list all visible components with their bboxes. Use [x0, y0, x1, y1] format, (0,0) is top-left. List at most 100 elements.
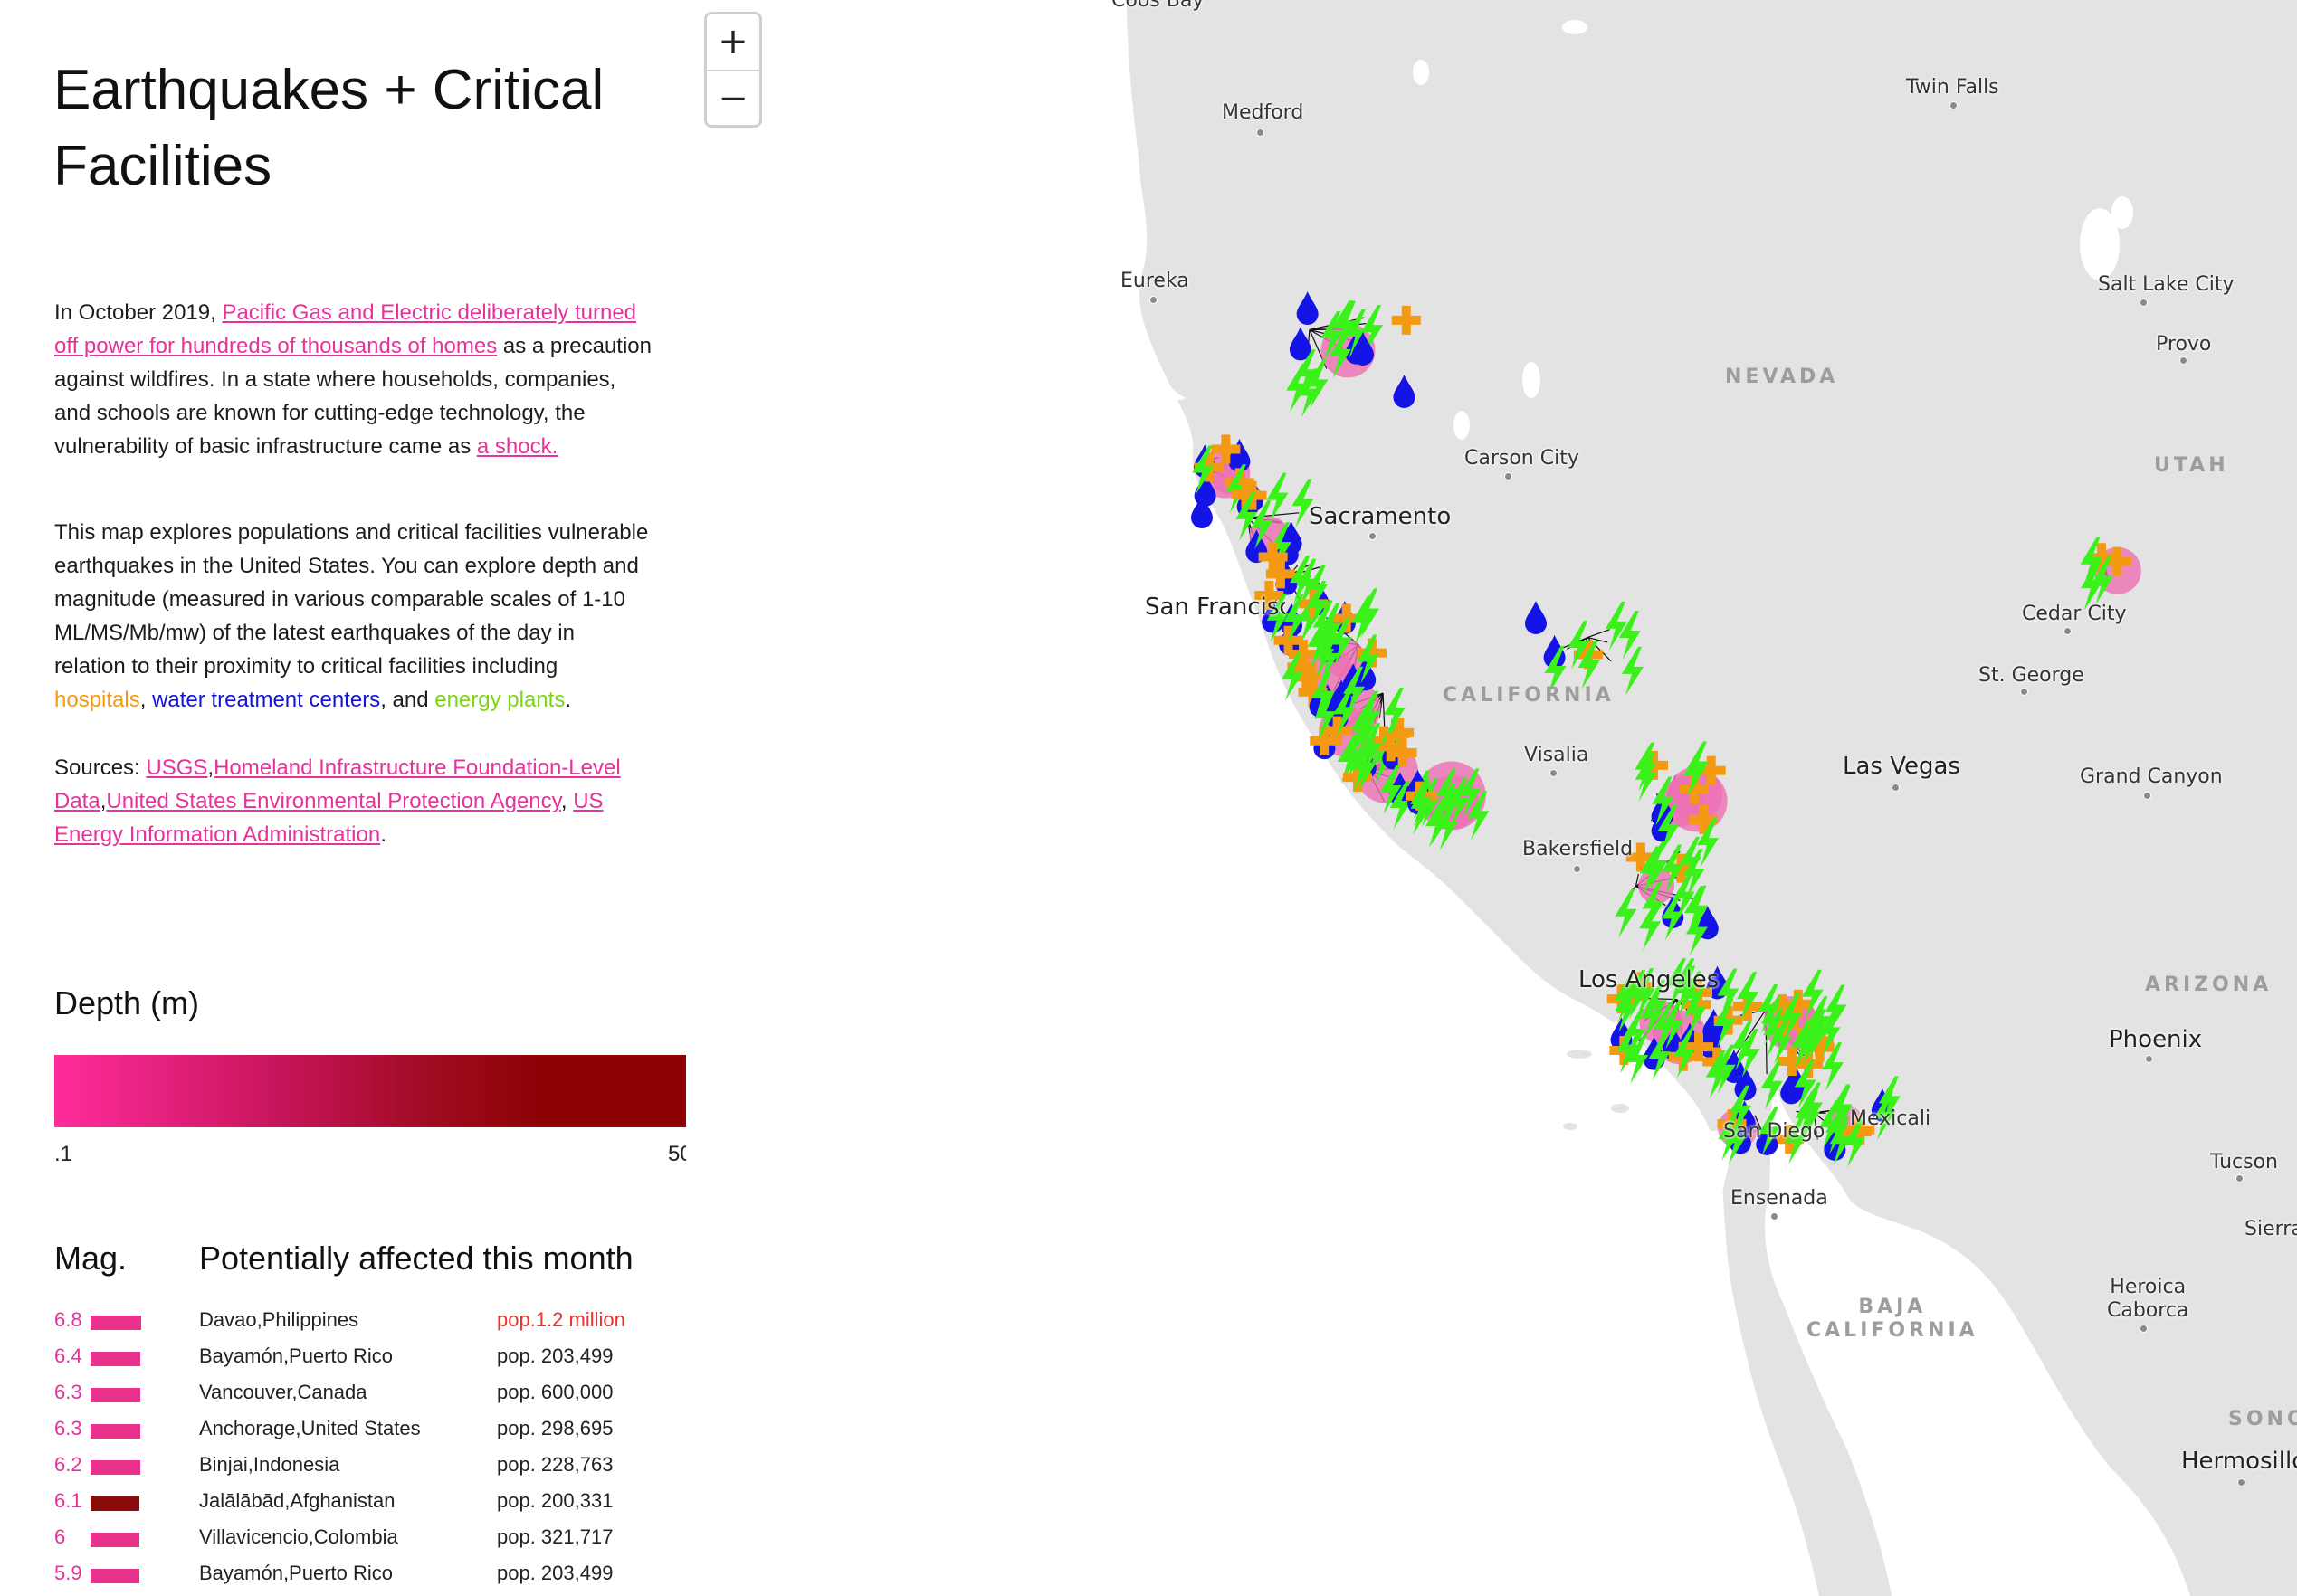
epa-link[interactable]: United States Environmental Protection A…: [106, 789, 561, 813]
quake-place: Binjai,Indonesia: [199, 1453, 340, 1476]
quake-list-row[interactable]: 6 Villavicencio,Colombia pop. 321,717: [54, 1525, 670, 1553]
quake-magnitude: 5.9: [54, 1562, 82, 1584]
usgs-link[interactable]: USGS: [146, 755, 207, 780]
city-label-mexicali: Mexicali: [1850, 1107, 1931, 1130]
explain-text: This map explores populations and critic…: [54, 520, 649, 679]
state-label-sonora: SONO: [2228, 1408, 2297, 1430]
city-label-san-francisco: San Francisco: [1145, 594, 1285, 621]
city-label-coos-bay: Coos Bay: [1111, 0, 1205, 12]
quake-place: Vancouver,Canada: [199, 1381, 367, 1403]
quake-magnitude: 6.3: [54, 1381, 82, 1403]
sources-paragraph: Sources: USGS,Homeland Infrastructure Fo…: [54, 751, 652, 851]
city-label-phoenix: Phoenix: [2109, 1026, 2203, 1053]
sources-end: .: [380, 822, 386, 847]
app-root: Coos Bay Medford Twin Falls Eureka Salt …: [0, 0, 2297, 1596]
city-label-twin-falls: Twin Falls: [1906, 76, 1999, 99]
city-label-salt-lake-city: Salt Lake City: [2098, 273, 2235, 296]
quake-place: Bayamón,Puerto Rico: [199, 1562, 393, 1584]
state-label-california: CALIFORNIA: [1443, 684, 1615, 707]
island: [1611, 1104, 1629, 1113]
city-dot: [2063, 627, 2072, 635]
city-label-ensenada: Ensenada: [1730, 1187, 1828, 1210]
city-label-st-george: St. George: [1978, 664, 2084, 687]
zoom-out-button[interactable]: −: [707, 71, 759, 125]
sources-label: Sources:: [54, 755, 147, 780]
quake-population: pop. 200,331: [497, 1489, 614, 1512]
city-dot: [2140, 1325, 2148, 1333]
city-label-carson-city: Carson City: [1464, 447, 1579, 470]
city-dot: [1504, 472, 1512, 480]
lake-shape: [1413, 60, 1429, 85]
quake-place: Jalālābād,Afghanistan: [199, 1489, 396, 1512]
magnitude-bar: [91, 1316, 141, 1330]
city-label-tucson: Tucson: [2210, 1151, 2279, 1173]
island: [1563, 1123, 1577, 1130]
hospitals-legend-text: hospitals: [54, 688, 140, 712]
city-label-medford: Medford: [1222, 101, 1304, 124]
pyramid-lake: [1522, 362, 1540, 398]
quake-list-row[interactable]: 6.8 Davao,Philippines pop.1.2 million: [54, 1308, 670, 1335]
magnitude-bar: [91, 1352, 140, 1366]
city-label-cedar-city: Cedar City: [2022, 603, 2127, 625]
quake-place: Anchorage,United States: [199, 1417, 421, 1439]
lake-tahoe: [1453, 411, 1470, 440]
quake-list-row[interactable]: 6.1 Jalālābād,Afghanistan pop. 200,331: [54, 1489, 670, 1516]
quake-magnitude: 6.3: [54, 1417, 82, 1439]
zoom-in-button[interactable]: +: [707, 14, 759, 70]
state-label-baja-california: BAJA CALIFORNIA: [1806, 1296, 1978, 1342]
quake-list-row[interactable]: 5.9 Bayamón,Puerto Rico pop. 203,499: [54, 1562, 670, 1589]
quake-magnitude: 6.1: [54, 1489, 82, 1512]
magnitude-bar: [91, 1533, 139, 1547]
magnitude-bar: [91, 1569, 139, 1583]
city-label-visalia: Visalia: [1524, 744, 1589, 766]
city-label-sierra: Sierra: [2245, 1218, 2297, 1240]
quake-list-row[interactable]: 6.4 Bayamón,Puerto Rico pop. 203,499: [54, 1344, 670, 1372]
city-dot: [2179, 356, 2187, 365]
quake-population: pop. 203,499: [497, 1562, 614, 1584]
city-label-heroica-caborca: Heroica Caborca: [2107, 1276, 2189, 1322]
quake-list-row[interactable]: 6.2 Binjai,Indonesia pop. 228,763: [54, 1453, 670, 1480]
magnitude-bar: [91, 1460, 140, 1475]
city-label-las-vegas: Las Vegas: [1843, 753, 1960, 780]
energy-legend-text: energy plants: [434, 688, 566, 712]
city-dot: [1892, 784, 1900, 792]
city-dot: [2235, 1174, 2244, 1183]
city-dot: [1368, 532, 1377, 540]
city-dot: [1573, 865, 1581, 873]
shock-article-link[interactable]: a shock.: [477, 434, 558, 459]
magnitude-bar: [91, 1424, 140, 1439]
city-dot: [1256, 128, 1264, 137]
quake-population: pop. 228,763: [497, 1453, 614, 1476]
explain-text: , and: [380, 688, 435, 712]
city-dot: [1949, 101, 1958, 109]
city-dot: [2020, 688, 2028, 696]
magnitude-bar: [91, 1388, 140, 1402]
depth-legend-title: Depth (m): [54, 984, 200, 1021]
city-label-grand-canyon: Grand Canyon: [2080, 765, 2223, 788]
lake-shape: [1562, 20, 1587, 34]
city-label-sacramento: Sacramento: [1309, 503, 1452, 530]
magnitude-bar: [91, 1496, 139, 1511]
city-dot: [1770, 1212, 1778, 1221]
depth-min-label: .1: [54, 1142, 73, 1166]
quake-population: pop. 298,695: [497, 1417, 614, 1439]
quake-list-row[interactable]: 6.3 Anchorage,United States pop. 298,695: [54, 1417, 670, 1444]
state-label-arizona: ARIZONA: [2145, 974, 2273, 996]
quake-population: pop. 321,717: [497, 1525, 614, 1548]
city-label-eureka: Eureka: [1120, 270, 1189, 292]
affected-header: Potentially affected this month: [199, 1240, 634, 1277]
city-label-los-angeles: Los Angeles: [1578, 966, 1720, 993]
depth-max-label: 50: [668, 1142, 686, 1166]
magnitude-header: Mag.: [54, 1240, 128, 1277]
city-label-bakersfield: Bakersfield: [1522, 838, 1634, 860]
intro-text: In October 2019,: [54, 300, 223, 325]
quake-magnitude: 6: [54, 1525, 66, 1548]
water-legend-text: water treatment centers: [152, 688, 381, 712]
quake-list-row[interactable]: 6.3 Vancouver,Canada pop. 600,000: [54, 1381, 670, 1408]
city-dot: [1149, 296, 1158, 304]
island: [1567, 1050, 1592, 1059]
sidebar-panel: Earthquakes + Critical Facilities In Oct…: [0, 0, 697, 1596]
city-dot: [1549, 769, 1558, 777]
lake-shape: [2111, 196, 2133, 229]
state-label-utah: UTAH: [2154, 454, 2229, 477]
